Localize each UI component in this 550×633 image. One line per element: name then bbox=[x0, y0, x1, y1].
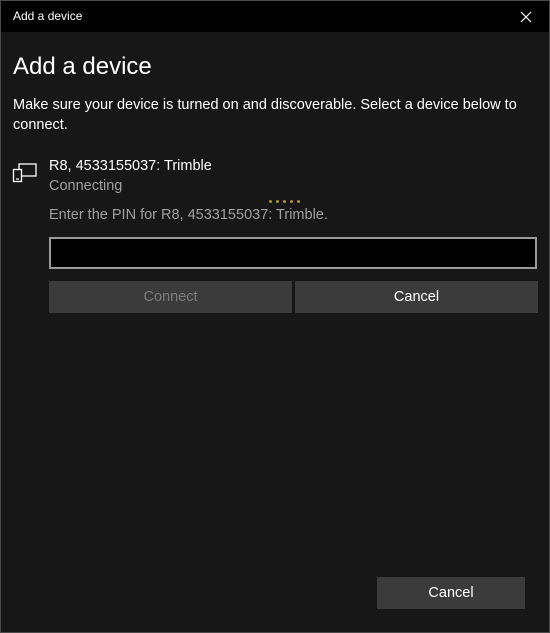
pin-prompt-label: Enter the PIN for R8, 4533155037: Trimbl… bbox=[49, 207, 328, 223]
pin-input[interactable] bbox=[49, 237, 537, 269]
close-button[interactable] bbox=[503, 1, 549, 32]
device-pair-icon bbox=[12, 163, 37, 183]
progress-dot bbox=[297, 200, 300, 203]
progress-dot bbox=[283, 200, 286, 203]
connecting-progress-indicator bbox=[269, 200, 300, 204]
page-title: Add a device bbox=[13, 53, 152, 80]
window-title: Add a device bbox=[13, 9, 83, 23]
connect-button[interactable]: Connect bbox=[49, 281, 292, 313]
progress-dot bbox=[276, 200, 279, 203]
device-status: Connecting bbox=[49, 178, 123, 194]
progress-dot bbox=[269, 200, 272, 203]
device-name: R8, 4533155037: Trimble bbox=[49, 158, 212, 174]
progress-dot bbox=[290, 200, 293, 203]
add-device-window: Add a device Add a device Make sure your… bbox=[0, 0, 550, 633]
cancel-button[interactable]: Cancel bbox=[377, 577, 525, 609]
close-icon bbox=[520, 11, 532, 22]
cancel-pairing-button[interactable]: Cancel bbox=[295, 281, 538, 313]
instructions-text: Make sure your device is turned on and d… bbox=[13, 97, 517, 133]
title-bar: Add a device bbox=[1, 1, 549, 32]
